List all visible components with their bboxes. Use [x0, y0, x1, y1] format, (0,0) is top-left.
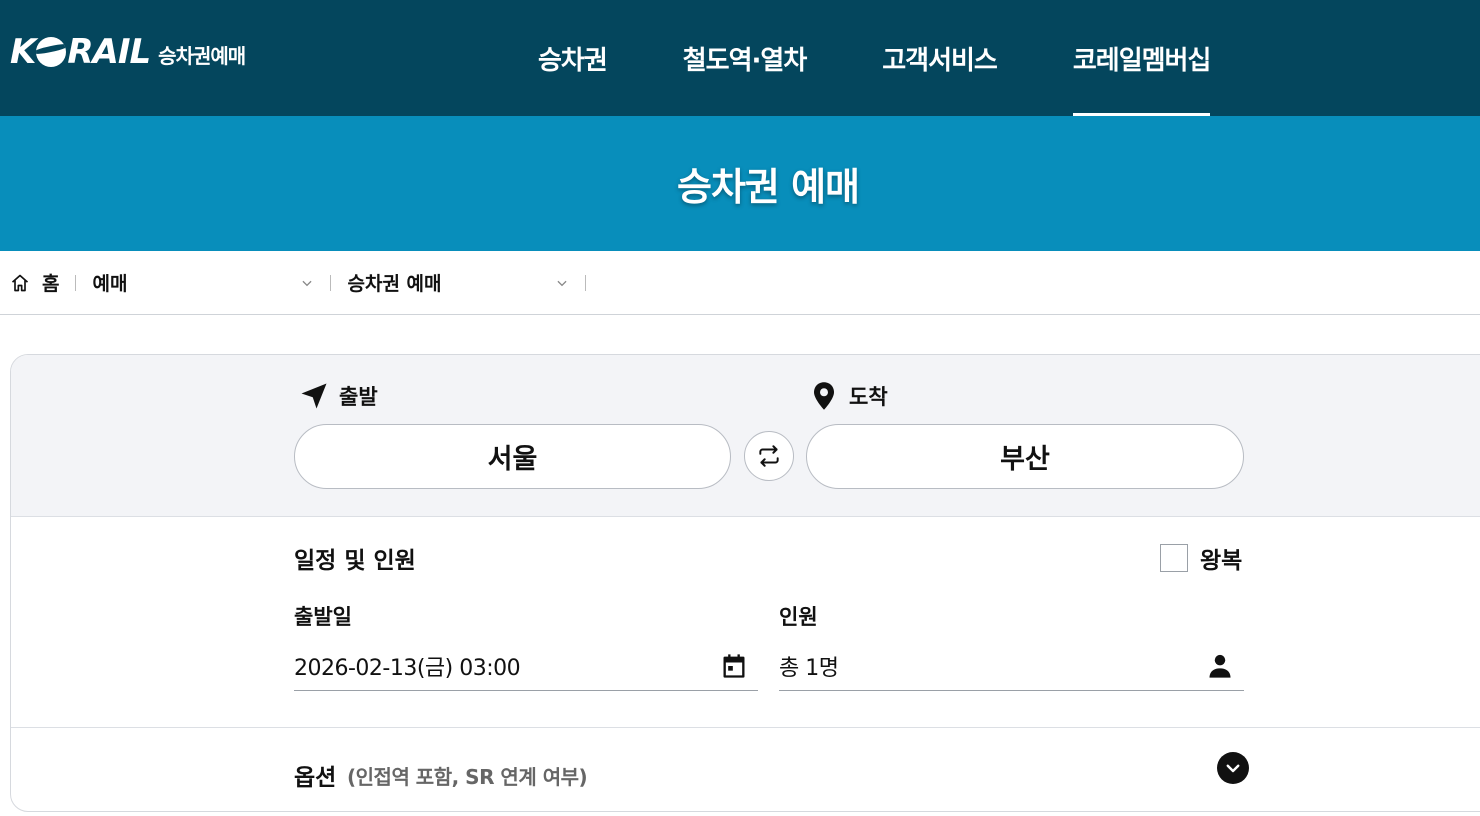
chevron-down-icon: [1226, 764, 1240, 773]
departure-date-value: 2026-02-13(금) 03:00: [294, 655, 521, 681]
nav-item-tickets[interactable]: 승차권: [538, 0, 608, 116]
calendar-icon: [723, 653, 745, 678]
swap-stations-button[interactable]: [744, 431, 794, 481]
nav-item-membership[interactable]: 코레일멤버십: [1072, 0, 1211, 116]
arrival-label: 도착: [809, 381, 888, 411]
swap-icon: [759, 445, 779, 467]
breadcrumb-divider: [585, 274, 587, 291]
options-subtitle: (인접역 포함, SR 연계 여부): [347, 765, 588, 789]
arrival-label-text: 도착: [849, 385, 888, 409]
breadcrumb-level2-label: 승차권 예매: [347, 273, 442, 295]
route-section: 출발 도착 서울 부산: [11, 355, 1480, 517]
passenger-field[interactable]: 총 1명: [779, 641, 1244, 691]
person-icon: [1209, 654, 1231, 678]
options-expand-button[interactable]: [1217, 752, 1249, 784]
breadcrumb-home[interactable]: 홈: [10, 269, 59, 296]
passenger-value: 총 1명: [779, 655, 839, 681]
page-title: 승차권 예매: [676, 165, 860, 209]
arrival-station-button[interactable]: 부산: [806, 424, 1244, 489]
departure-label: 출발: [299, 381, 378, 411]
map-pin-icon: [814, 382, 834, 410]
logo-wordmark: K RAIL: [10, 32, 151, 72]
schedule-title: 일정 및 인원: [294, 548, 416, 574]
roundtrip-label: 왕복: [1200, 548, 1243, 574]
breadcrumb: 홈 예매 승차권 예매: [0, 251, 1480, 315]
home-icon: [11, 274, 29, 291]
breadcrumb-home-label: 홈: [42, 273, 60, 295]
breadcrumb-divider: [330, 274, 332, 291]
top-header: K RAIL 승차권예매 승차권 철도역·열차 고객서비스 코레일멤버십: [0, 0, 1480, 116]
nav-item-customer-service[interactable]: 고객서비스: [882, 0, 998, 116]
ticket-search-card: 출발 도착 서울 부산 일정 및 인원 왕복 출발일 인원 2026-02-13…: [10, 354, 1480, 812]
departure-station-button[interactable]: 서울: [294, 424, 731, 489]
logo-subtitle: 승차권예매: [158, 43, 246, 68]
breadcrumb-dropdown-level1[interactable]: 예매: [92, 269, 314, 296]
logo-o-mark: [36, 37, 67, 67]
options-section[interactable]: 옵션 (인접역 포함, SR 연계 여부): [11, 727, 1480, 811]
chevron-down-icon: [302, 280, 313, 286]
navigation-arrow-icon: [301, 383, 327, 409]
korail-logo[interactable]: K RAIL 승차권예매: [10, 30, 246, 74]
departure-label-text: 출발: [339, 385, 378, 409]
breadcrumb-level1-label: 예매: [92, 273, 128, 295]
breadcrumb-divider: [75, 274, 77, 291]
roundtrip-toggle[interactable]: 왕복: [1160, 541, 1242, 575]
page-banner: 승차권 예매: [0, 116, 1480, 251]
departure-date-field[interactable]: 2026-02-13(금) 03:00: [294, 641, 758, 691]
chevron-down-icon: [557, 280, 568, 286]
nav-item-stations-trains[interactable]: 철도역·열차: [683, 0, 807, 116]
passenger-label: 인원: [779, 605, 818, 629]
main-navigation: 승차권 철도역·열차 고객서비스 코레일멤버십: [500, 0, 1248, 116]
departure-date-label: 출발일: [294, 605, 352, 629]
roundtrip-checkbox[interactable]: [1160, 544, 1188, 572]
breadcrumb-dropdown-level2[interactable]: 승차권 예매: [347, 269, 569, 296]
options-title: 옵션: [294, 765, 337, 791]
